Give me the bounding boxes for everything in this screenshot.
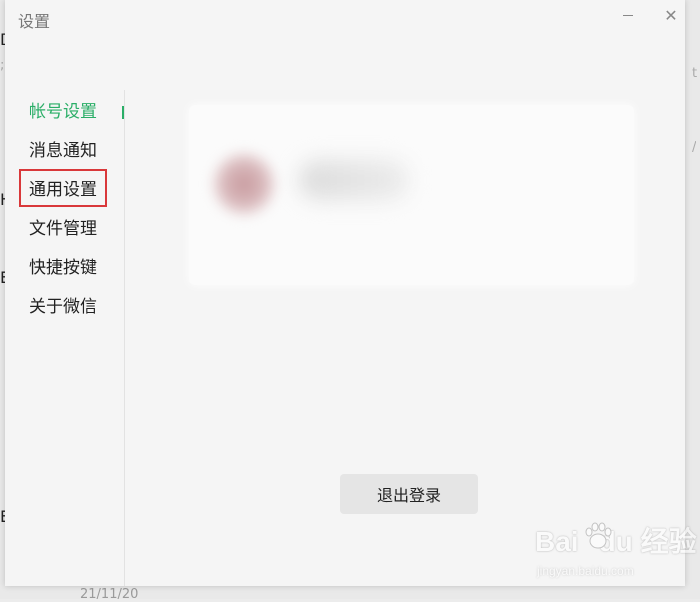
sidebar-item-shortcuts[interactable]: 快捷按键 bbox=[29, 256, 97, 280]
close-icon: ✕ bbox=[664, 5, 678, 25]
background-text-fragment: t bbox=[692, 66, 698, 81]
active-indicator bbox=[122, 106, 124, 119]
sidebar-item-account-settings[interactable]: 帐号设置 bbox=[29, 100, 97, 124]
sidebar-item-about-wechat[interactable]: 关于微信 bbox=[29, 295, 97, 319]
account-name-blurred bbox=[299, 160, 409, 200]
background-text-fragment: / bbox=[692, 140, 697, 155]
settings-window: 设置 ✕ 帐号设置 消息通知 通用设置 文件管理 快捷按键 关于微信 退出登录 bbox=[5, 0, 685, 586]
background-date: 21/11/20 bbox=[80, 587, 139, 602]
sidebar-item-file-management[interactable]: 文件管理 bbox=[29, 217, 97, 241]
window-title: 设置 bbox=[18, 12, 51, 31]
minimize-icon bbox=[623, 14, 633, 16]
avatar bbox=[213, 153, 275, 215]
minimize-button[interactable] bbox=[613, 3, 643, 27]
logout-button[interactable]: 退出登录 bbox=[340, 474, 478, 514]
background-text-fragment: ; bbox=[0, 58, 5, 73]
settings-sidebar: 帐号设置 消息通知 通用设置 文件管理 快捷按键 关于微信 bbox=[5, 90, 125, 586]
close-button[interactable]: ✕ bbox=[656, 3, 686, 27]
highlight-box bbox=[19, 169, 107, 207]
sidebar-item-notifications[interactable]: 消息通知 bbox=[29, 139, 97, 163]
account-card bbox=[189, 105, 634, 285]
